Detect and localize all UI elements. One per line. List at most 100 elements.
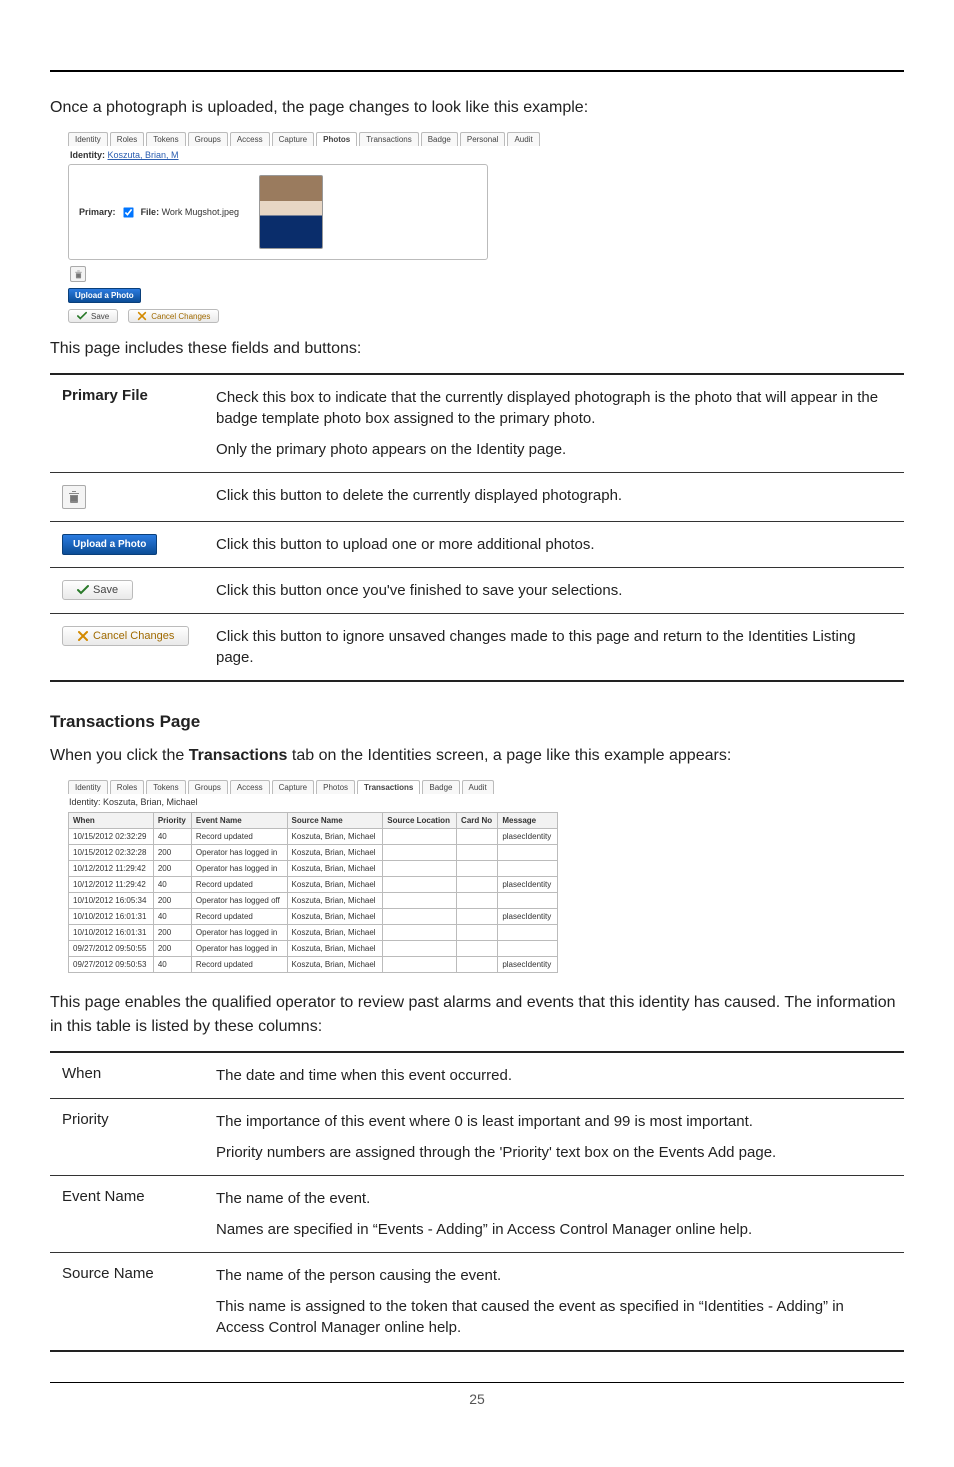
photo-thumbnail (259, 175, 323, 249)
cell: Koszuta, Brian, Michael (287, 845, 383, 861)
cancel-changes-button[interactable]: Cancel Changes (62, 626, 189, 646)
cell (383, 957, 457, 973)
tab-access[interactable]: Access (230, 780, 270, 794)
desc-text: Click this button to upload one or more … (216, 534, 892, 555)
cell: 10/15/2012 02:32:29 (69, 829, 154, 845)
field-label: Primary File (50, 374, 204, 473)
delete-photo-button[interactable] (70, 266, 86, 282)
tab-badge[interactable]: Badge (422, 780, 459, 794)
desc-text: Click this button once you've finished t… (216, 580, 892, 601)
cancel-changes-button[interactable]: Cancel Changes (128, 309, 219, 323)
tab-transactions[interactable]: Transactions (359, 132, 419, 146)
transactions-intro: When you click the Transactions tab on t… (50, 744, 904, 768)
table-row: 10/10/2012 16:01:31200Operator has logge… (69, 925, 558, 941)
tab-access[interactable]: Access (230, 132, 270, 146)
cell (457, 957, 498, 973)
field-label: Save (50, 568, 204, 614)
cell: Koszuta, Brian, Michael (287, 861, 383, 877)
identity-label: Identity: (70, 150, 105, 160)
cell: Operator has logged in (191, 941, 287, 957)
tab-capture[interactable]: Capture (272, 132, 314, 146)
cell (457, 829, 498, 845)
transactions-page-screenshot: IdentityRolesTokensGroupsAccessCapturePh… (68, 780, 558, 973)
save-button[interactable]: Save (68, 309, 118, 323)
save-label: Save (91, 312, 109, 321)
column-header: Message (498, 813, 558, 829)
table-row: Priority The importance of this event wh… (50, 1099, 904, 1176)
primary-checkbox[interactable] (123, 207, 133, 217)
save-button[interactable]: Save (62, 580, 133, 600)
tab-identity[interactable]: Identity (68, 132, 108, 146)
table-row: When The date and time when this event o… (50, 1052, 904, 1099)
identity-name-link[interactable]: Koszuta, Brian, M (108, 150, 179, 160)
desc-text: Click this button to ignore unsaved chan… (216, 626, 892, 668)
x-icon (137, 311, 147, 321)
desc-text: The date and time when this event occurr… (216, 1065, 892, 1086)
tx-intro-bold: Transactions (189, 747, 288, 764)
cell: 10/10/2012 16:01:31 (69, 909, 154, 925)
file-label: File: (141, 206, 160, 216)
cell (498, 925, 558, 941)
table-row: 10/15/2012 02:32:2940Record updatedKoszu… (69, 829, 558, 845)
column-desc: The importance of this event where 0 is … (204, 1099, 904, 1176)
cell: Record updated (191, 829, 287, 845)
column-header: Source Name (287, 813, 383, 829)
tab-groups[interactable]: Groups (188, 132, 228, 146)
tab-personal[interactable]: Personal (460, 132, 506, 146)
field-label (50, 473, 204, 522)
field-desc: Click this button once you've finished t… (204, 568, 904, 614)
upload-photo-button[interactable]: Upload a Photo (62, 534, 157, 555)
fields-table: Primary File Check this box to indicate … (50, 373, 904, 682)
cell (498, 941, 558, 957)
transactions-table: WhenPriorityEvent NameSource NameSource … (68, 812, 558, 973)
table-row: Event Name The name of the event. Names … (50, 1176, 904, 1253)
tab-groups[interactable]: Groups (188, 780, 228, 794)
table-row: Cancel Changes Click this button to igno… (50, 614, 904, 682)
cell: Record updated (191, 957, 287, 973)
tab-roles[interactable]: Roles (110, 780, 144, 794)
tab-tokens[interactable]: Tokens (146, 132, 185, 146)
tab-audit[interactable]: Audit (507, 132, 539, 146)
cell (383, 941, 457, 957)
tab-badge[interactable]: Badge (421, 132, 458, 146)
desc-text: This name is assigned to the token that … (216, 1296, 892, 1338)
trash-icon (74, 270, 83, 279)
cancel-label: Cancel Changes (93, 630, 174, 642)
cell (498, 845, 558, 861)
cell: 09/27/2012 09:50:55 (69, 941, 154, 957)
upload-photo-button[interactable]: Upload a Photo (68, 288, 141, 303)
tab-audit[interactable]: Audit (462, 780, 494, 794)
cell: Koszuta, Brian, Michael (287, 909, 383, 925)
table-row: Primary File Check this box to indicate … (50, 374, 904, 473)
tab-photos[interactable]: Photos (316, 780, 355, 794)
column-header: Source Location (383, 813, 457, 829)
tx-intro-pre: When you click the (50, 747, 189, 764)
column-header: Card No (457, 813, 498, 829)
tab-transactions[interactable]: Transactions (357, 780, 420, 794)
column-label: Event Name (50, 1176, 204, 1253)
cell: Koszuta, Brian, Michael (287, 941, 383, 957)
cell (498, 861, 558, 877)
cell (383, 829, 457, 845)
column-desc: The name of the person causing the event… (204, 1253, 904, 1352)
table-row: 10/10/2012 16:01:3140Record updatedKoszu… (69, 909, 558, 925)
cell: 10/15/2012 02:32:28 (69, 845, 154, 861)
cell: plasecIdentity (498, 957, 558, 973)
table-row: Source Name The name of the person causi… (50, 1253, 904, 1352)
section-title-transactions: Transactions Page (50, 712, 904, 732)
cell (383, 845, 457, 861)
tab-photos[interactable]: Photos (316, 132, 357, 146)
cell: 40 (153, 957, 191, 973)
desc-text: The name of the event. (216, 1188, 892, 1209)
tab-capture[interactable]: Capture (272, 780, 314, 794)
top-rule (50, 70, 904, 72)
bottom-rule (50, 1382, 904, 1383)
cell: 200 (153, 925, 191, 941)
save-label: Save (93, 584, 118, 596)
cell (383, 925, 457, 941)
tab-roles[interactable]: Roles (110, 132, 144, 146)
tab-identity[interactable]: Identity (68, 780, 108, 794)
delete-photo-button[interactable] (62, 485, 86, 509)
field-desc: Check this box to indicate that the curr… (204, 374, 904, 473)
tab-tokens[interactable]: Tokens (146, 780, 185, 794)
